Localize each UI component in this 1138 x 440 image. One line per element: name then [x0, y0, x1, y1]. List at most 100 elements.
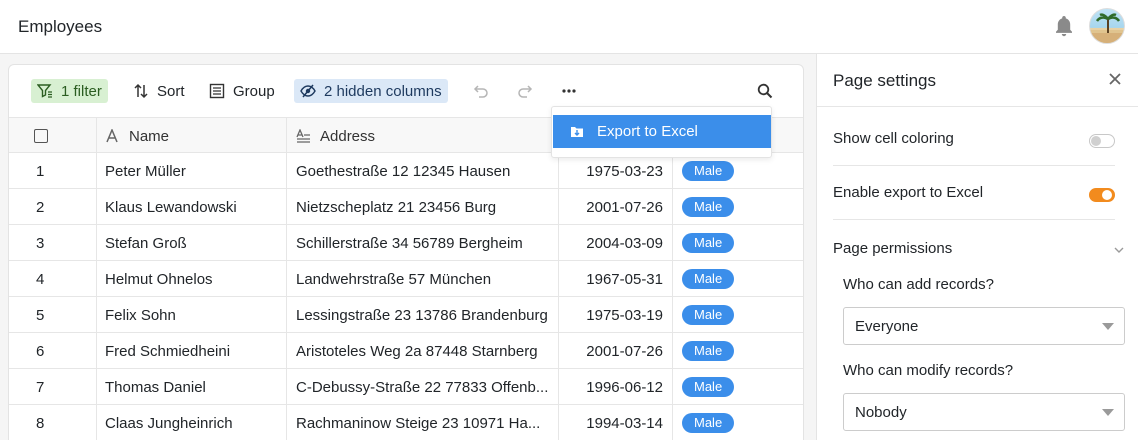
address-cell[interactable]: Goethestraße 12 12345 Hausen: [287, 153, 559, 189]
search-button[interactable]: [751, 79, 779, 103]
column-header-name[interactable]: Name: [97, 118, 287, 154]
address-cell[interactable]: Schillerstraße 34 56789 Bergheim: [287, 225, 559, 261]
address-cell[interactable]: Lessingstraße 23 13786 Brandenburg: [287, 297, 559, 333]
gender-cell[interactable]: Male: [673, 297, 805, 333]
more-options-button[interactable]: [555, 79, 583, 103]
table-row[interactable]: 1 Peter Müller Goethestraße 12 12345 Hau…: [9, 153, 803, 189]
modify-records-select[interactable]: Nobody: [843, 393, 1125, 431]
long-text-column-icon: [296, 129, 310, 143]
chevron-down-icon[interactable]: [1113, 244, 1125, 256]
filter-label: 1 filter: [61, 82, 102, 100]
redo-icon: [518, 85, 533, 98]
gender-cell[interactable]: Male: [673, 333, 805, 369]
gender-badge: Male: [682, 413, 735, 433]
name-cell[interactable]: Peter Müller: [97, 153, 287, 189]
name-cell[interactable]: Fred Schmiedheini: [97, 333, 287, 369]
caret-down-icon: [1102, 409, 1114, 416]
address-cell[interactable]: Rachmaninow Steige 23 10971 Ha...: [287, 405, 559, 440]
date-cell[interactable]: 1975-03-19: [559, 297, 673, 333]
avatar[interactable]: [1089, 8, 1125, 44]
date-cell[interactable]: 2004-03-09: [559, 225, 673, 261]
search-icon: [757, 83, 773, 99]
column-header-address-label: Address: [320, 127, 376, 145]
table-row[interactable]: 5 Felix Sohn Lessingstraße 23 13786 Bran…: [9, 297, 803, 333]
column-header-name-label: Name: [129, 127, 170, 145]
select-all-cell: [9, 118, 97, 154]
export-to-excel-label: Export to Excel: [597, 123, 698, 140]
show-cell-coloring-label: Show cell coloring: [833, 130, 954, 147]
undo-icon: [473, 85, 488, 98]
group-button[interactable]: Group: [203, 79, 281, 103]
bell-icon[interactable]: [1053, 14, 1075, 38]
row-index: 2: [9, 189, 97, 225]
date-cell[interactable]: 2001-07-26: [559, 333, 673, 369]
table-row[interactable]: 3 Stefan Groß Schillerstraße 34 56789 Be…: [9, 225, 803, 261]
name-cell[interactable]: Felix Sohn: [97, 297, 287, 333]
enable-export-toggle[interactable]: [1089, 188, 1115, 202]
table-row[interactable]: 2 Klaus Lewandowski Nietzscheplatz 21 23…: [9, 189, 803, 225]
modify-records-value: Nobody: [855, 403, 907, 421]
eye-off-icon: [300, 84, 316, 98]
gender-cell[interactable]: Male: [673, 369, 805, 405]
add-records-label: Who can add records?: [843, 276, 994, 293]
address-cell[interactable]: C-Debussy-Straße 22 77833 Offenb...: [287, 369, 559, 405]
column-header-address[interactable]: Address: [287, 118, 559, 154]
gender-badge: Male: [682, 233, 735, 253]
name-cell[interactable]: Claas Jungheinrich: [97, 405, 287, 440]
address-cell[interactable]: Landwehrstraße 57 München: [287, 261, 559, 297]
table-row[interactable]: 4 Helmut Ohnelos Landwehrstraße 57 Münch…: [9, 261, 803, 297]
date-cell[interactable]: 1967-05-31: [559, 261, 673, 297]
export-icon: [571, 126, 583, 137]
date-cell[interactable]: 2001-07-26: [559, 189, 673, 225]
sort-label: Sort: [157, 82, 185, 100]
gender-cell[interactable]: Male: [673, 189, 805, 225]
table-row[interactable]: 7 Thomas Daniel C-Debussy-Straße 22 7783…: [9, 369, 803, 405]
table-row[interactable]: 8 Claas Jungheinrich Rachmaninow Steige …: [9, 405, 803, 440]
gender-badge: Male: [682, 161, 735, 181]
sort-icon: [134, 83, 148, 99]
name-cell[interactable]: Stefan Groß: [97, 225, 287, 261]
name-cell[interactable]: Klaus Lewandowski: [97, 189, 287, 225]
row-index: 8: [9, 405, 97, 440]
date-cell[interactable]: 1994-03-14: [559, 405, 673, 440]
hidden-columns-button[interactable]: 2 hidden columns: [294, 79, 448, 103]
name-cell[interactable]: Thomas Daniel: [97, 369, 287, 405]
filter-button[interactable]: 1 filter: [31, 79, 108, 103]
redo-button[interactable]: [511, 79, 539, 103]
close-icon[interactable]: [1108, 72, 1122, 86]
add-records-select[interactable]: Everyone: [843, 307, 1125, 345]
export-to-excel-menu-item[interactable]: Export to Excel: [553, 115, 771, 148]
row-index: 3: [9, 225, 97, 261]
undo-button[interactable]: [467, 79, 495, 103]
setting-enable-export: Enable export to Excel: [833, 166, 1115, 220]
address-cell[interactable]: Nietzscheplatz 21 23456 Burg: [287, 189, 559, 225]
select-all-checkbox[interactable]: [34, 129, 48, 143]
sort-button[interactable]: Sort: [127, 79, 191, 103]
avatar-image: [1090, 13, 1124, 43]
gender-cell[interactable]: Male: [673, 261, 805, 297]
page-title: Employees: [18, 17, 103, 36]
hidden-columns-label: 2 hidden columns: [324, 82, 442, 100]
panel-divider: [817, 106, 1138, 107]
setting-show-cell-coloring: Show cell coloring: [833, 112, 1115, 166]
filter-icon: [37, 84, 52, 98]
show-cell-coloring-toggle[interactable]: [1089, 134, 1115, 148]
caret-down-icon: [1102, 323, 1114, 330]
gender-badge: Male: [682, 341, 735, 361]
row-index: 5: [9, 297, 97, 333]
date-cell[interactable]: 1996-06-12: [559, 369, 673, 405]
gender-badge: Male: [682, 197, 735, 217]
top-bar: Employees: [0, 0, 1138, 54]
table-row[interactable]: 6 Fred Schmiedheini Aristoteles Weg 2a 8…: [9, 333, 803, 369]
gender-cell[interactable]: Male: [673, 225, 805, 261]
row-index: 7: [9, 369, 97, 405]
date-cell[interactable]: 1975-03-23: [559, 153, 673, 189]
group-icon: [209, 83, 225, 99]
page-permissions-label[interactable]: Page permissions: [833, 240, 952, 257]
name-cell[interactable]: Helmut Ohnelos: [97, 261, 287, 297]
address-cell[interactable]: Aristoteles Weg 2a 87448 Starnberg: [287, 333, 559, 369]
gender-cell[interactable]: Male: [673, 405, 805, 440]
gender-badge: Male: [682, 377, 735, 397]
gender-cell[interactable]: Male: [673, 153, 805, 189]
enable-export-label: Enable export to Excel: [833, 184, 984, 201]
